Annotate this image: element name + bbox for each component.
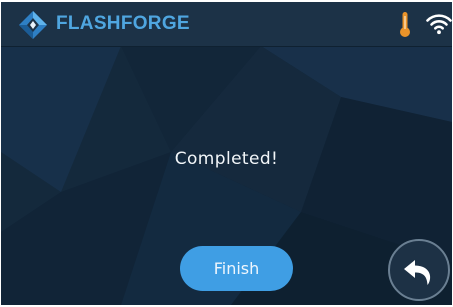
back-arrow-icon <box>404 260 431 285</box>
print-complete-screen: FLASHFORGE Completed! Finish <box>1 2 452 305</box>
finish-button[interactable]: Finish <box>180 246 293 291</box>
wifi-icon <box>426 14 452 35</box>
thermometer-icon <box>400 12 410 37</box>
brand-name: FLASHFORGE <box>56 13 190 34</box>
flashforge-logo-icon <box>19 11 47 39</box>
status-message: Completed! <box>174 149 279 169</box>
back-button[interactable] <box>388 239 450 301</box>
top-bar: FLASHFORGE <box>1 2 452 47</box>
